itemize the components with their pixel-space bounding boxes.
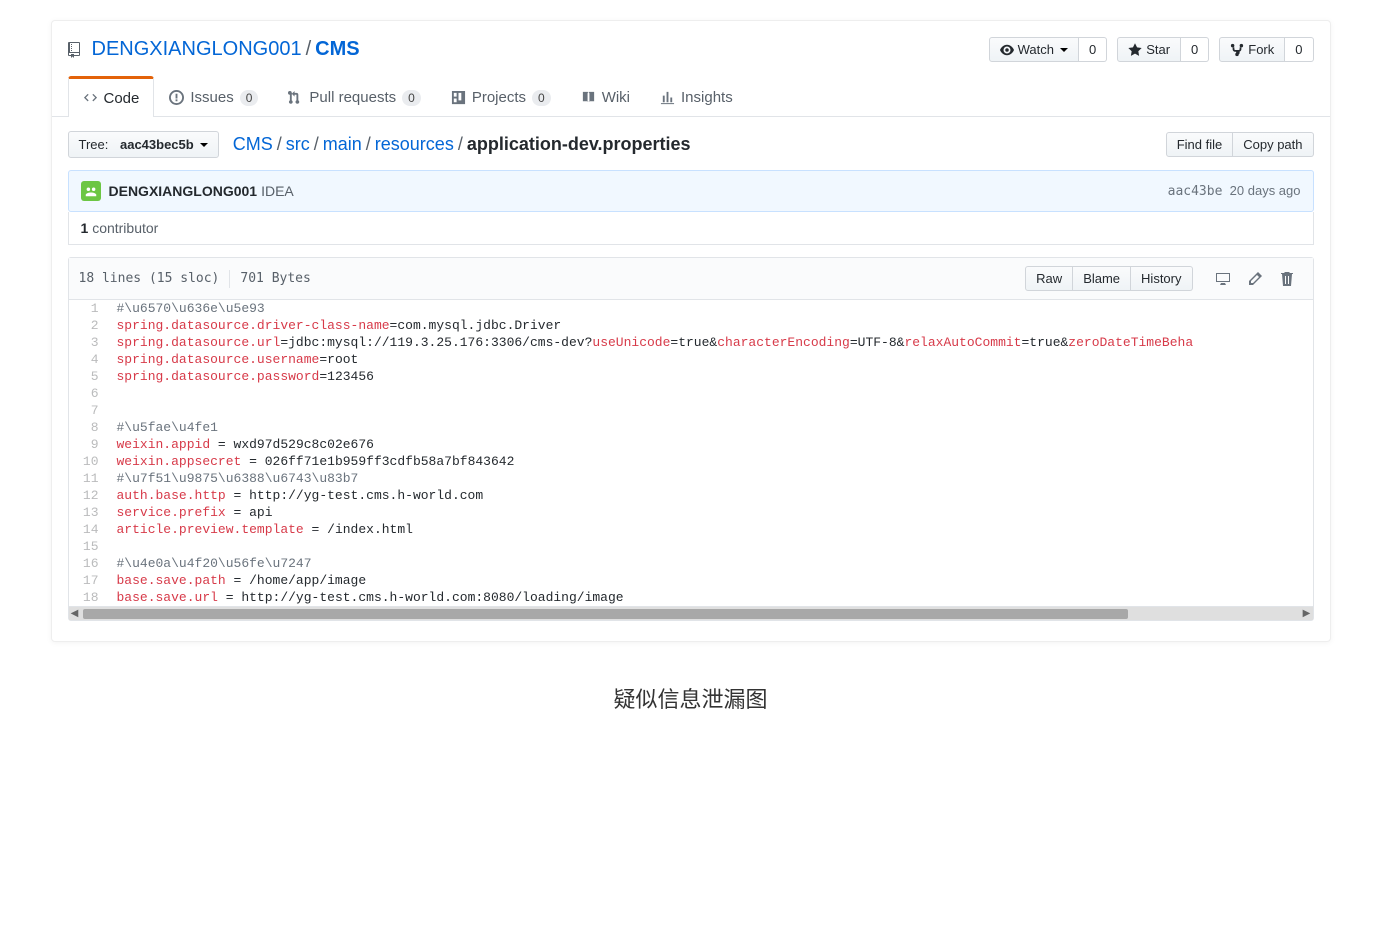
crumb-1[interactable]: src [286, 134, 310, 154]
owner-link[interactable]: DENGXIANGLONG001 [92, 38, 302, 61]
copy-path-button[interactable]: Copy path [1233, 132, 1313, 157]
line-number: 3 [69, 334, 109, 351]
code-line [109, 385, 1313, 402]
line-number: 16 [69, 555, 109, 572]
code-line: #\u5fae\u4fe1 [109, 419, 1313, 436]
code-table: 1#\u6570\u636e\u5e932spring.datasource.d… [69, 300, 1313, 606]
line-number: 18 [69, 589, 109, 606]
tab-projects[interactable]: Projects0 [436, 76, 566, 116]
tab-wiki[interactable]: Wiki [566, 76, 645, 116]
code-line: #\u6570\u636e\u5e93 [109, 300, 1313, 317]
desktop-icon[interactable] [1207, 267, 1239, 291]
file-header: 18 lines (15 sloc) 701 Bytes Raw Blame H… [69, 258, 1313, 300]
fork-count[interactable]: 0 [1285, 37, 1313, 62]
commit-message[interactable]: IDEA [261, 183, 294, 199]
line-number: 10 [69, 453, 109, 470]
tab-pull-requests[interactable]: Pull requests0 [273, 76, 435, 116]
history-button[interactable]: History [1131, 266, 1192, 291]
code-line: weixin.appsecret = 026ff71e1b959ff3cdfb5… [109, 453, 1313, 470]
line-number: 6 [69, 385, 109, 402]
repo-title: DENGXIANGLONG001 / CMS [68, 38, 360, 61]
star-button[interactable]: Star [1117, 37, 1181, 62]
code-line: weixin.appid = wxd97d529c8c02e676 [109, 436, 1313, 453]
crumb-file: application-dev.properties [467, 134, 691, 154]
code-line [109, 402, 1313, 419]
edit-icon[interactable] [1239, 267, 1271, 291]
repo-nav: Code Issues0 Pull requests0 Projects0 Wi… [52, 76, 1330, 117]
watch-button[interactable]: Watch [989, 37, 1079, 62]
line-number: 14 [69, 521, 109, 538]
file-lines: 18 lines (15 sloc) [79, 271, 220, 286]
code-line: base.save.url = http://yg-test.cms.h-wor… [109, 589, 1313, 606]
line-number: 15 [69, 538, 109, 555]
star-count[interactable]: 0 [1181, 37, 1209, 62]
line-number: 5 [69, 368, 109, 385]
code-line: #\u4e0a\u4f20\u56fe\u7247 [109, 555, 1313, 572]
line-number: 8 [69, 419, 109, 436]
horizontal-scrollbar[interactable]: ◀ ▶ [69, 606, 1313, 620]
raw-button[interactable]: Raw [1025, 266, 1073, 291]
code-line: base.save.path = /home/app/image [109, 572, 1313, 589]
line-number: 12 [69, 487, 109, 504]
tab-code[interactable]: Code [68, 76, 155, 117]
breadcrumb: CMS/src/main/resources/application-dev.p… [233, 134, 691, 155]
line-number: 4 [69, 351, 109, 368]
crumb-3[interactable]: resources [375, 134, 454, 154]
line-number: 7 [69, 402, 109, 419]
commit-author[interactable]: DENGXIANGLONG001 [109, 183, 258, 199]
repo-link[interactable]: CMS [315, 38, 359, 61]
code-line: spring.datasource.password=123456 [109, 368, 1313, 385]
contributors-row[interactable]: 1 contributor [68, 212, 1314, 245]
line-number: 9 [69, 436, 109, 453]
code-line [109, 538, 1313, 555]
repo-icon [68, 42, 84, 58]
tree-select-button[interactable]: Tree: aac43bec5b [68, 131, 219, 158]
crumb-root[interactable]: CMS [233, 134, 273, 154]
trash-icon[interactable] [1271, 267, 1303, 291]
watch-count[interactable]: 0 [1079, 37, 1107, 62]
commit-time: 20 days ago [1230, 183, 1301, 198]
blame-button[interactable]: Blame [1073, 266, 1131, 291]
code-line: spring.datasource.url=jdbc:mysql://119.3… [109, 334, 1313, 351]
avatar[interactable] [81, 181, 101, 201]
line-number: 13 [69, 504, 109, 521]
line-number: 1 [69, 300, 109, 317]
line-number: 2 [69, 317, 109, 334]
latest-commit-row: DENGXIANGLONG001 IDEA aac43be 20 days ag… [69, 171, 1313, 211]
code-line: service.prefix = api [109, 504, 1313, 521]
tab-insights[interactable]: Insights [645, 76, 748, 116]
code-line: article.preview.template = /index.html [109, 521, 1313, 538]
code-line: spring.datasource.driver-class-name=com.… [109, 317, 1313, 334]
tab-issues[interactable]: Issues0 [154, 76, 273, 116]
file-size: 701 Bytes [240, 271, 310, 286]
fork-button[interactable]: Fork [1219, 37, 1285, 62]
code-line: spring.datasource.username=root [109, 351, 1313, 368]
caption: 疑似信息泄漏图 [0, 682, 1381, 714]
code-line: #\u7f51\u9875\u6388\u6743\u83b7 [109, 470, 1313, 487]
crumb-2[interactable]: main [323, 134, 362, 154]
line-number: 17 [69, 572, 109, 589]
find-file-button[interactable]: Find file [1166, 132, 1234, 157]
code-line: auth.base.http = http://yg-test.cms.h-wo… [109, 487, 1313, 504]
line-number: 11 [69, 470, 109, 487]
commit-sha[interactable]: aac43be [1168, 184, 1223, 199]
